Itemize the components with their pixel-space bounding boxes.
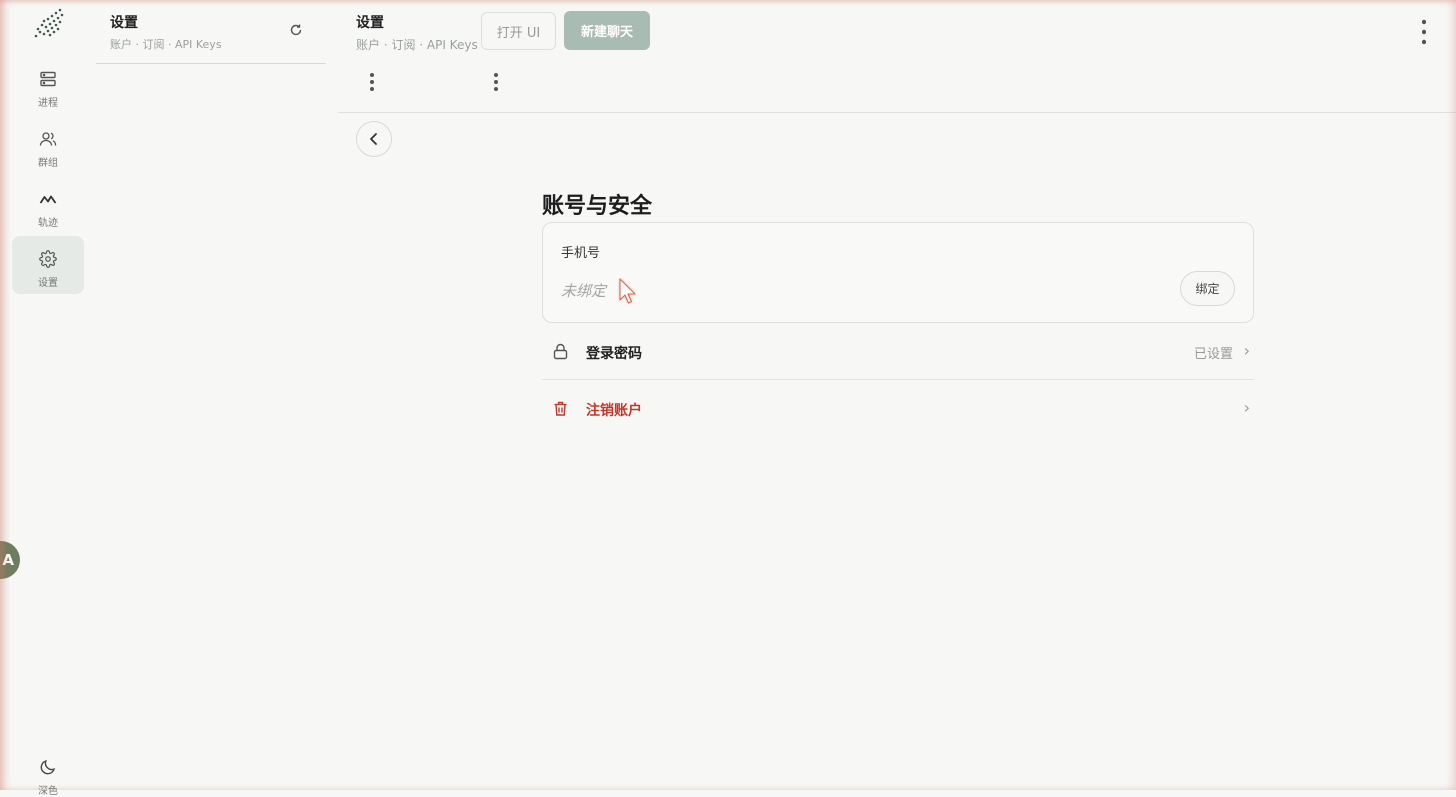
row-label: 登录密码 <box>586 346 642 362</box>
more-menu-button[interactable] <box>490 71 502 93</box>
rail-item-traces[interactable]: 轨迹 <box>12 182 84 240</box>
list-title: 设置 <box>110 15 138 31</box>
more-menu-button[interactable] <box>366 71 378 93</box>
moon-icon <box>40 759 56 775</box>
rail-item-processes[interactable]: 进程 <box>12 62 84 120</box>
new-chat-button[interactable]: 新建聊天 <box>564 11 650 50</box>
window-menu-button[interactable] <box>1418 19 1430 45</box>
rail-item-label: 轨迹 <box>38 218 58 229</box>
bind-phone-button[interactable]: 绑定 <box>1180 271 1235 306</box>
login-password-row[interactable]: 登录密码 已设置 › <box>542 323 1254 380</box>
phone-card: 手机号 未绑定 绑定 <box>542 222 1254 323</box>
rail-item-label: 设置 <box>38 278 58 289</box>
more-vertical-icon <box>1422 19 1426 45</box>
page-title: 设置 <box>356 15 384 31</box>
page-subtitle: 账户 · 订阅 · API Keys <box>356 38 478 52</box>
rail-item-groups[interactable]: 群组 <box>12 122 84 180</box>
rail-item-settings[interactable]: 设置 <box>12 236 84 294</box>
nav-rail: 进程 群组 轨迹 设置 深色 A <box>0 0 96 797</box>
row-label: 注销账户 <box>586 403 642 419</box>
section-title: 账号与安全 <box>542 194 653 219</box>
app-logo[interactable] <box>30 6 66 42</box>
lock-icon <box>553 343 568 360</box>
main-header: 设置 账户 · 订阅 · API Keys 打开 UI 新建聊天 <box>338 0 1456 113</box>
row-status: 已设置 <box>1193 347 1233 362</box>
list-subtitle: 账户 · 订阅 · API Keys <box>110 38 222 51</box>
settings-list-header: 设置 账户 · 订阅 · API Keys <box>96 0 326 64</box>
trash-icon <box>554 401 567 416</box>
theme-toggle[interactable]: 深色 <box>12 758 84 797</box>
open-ui-button[interactable]: 打开 UI <box>481 12 556 50</box>
refresh-icon[interactable] <box>289 23 303 37</box>
back-button[interactable] <box>356 121 392 157</box>
phone-label: 手机号 <box>561 246 601 261</box>
delete-account-row[interactable]: 注销账户 › <box>542 380 1254 437</box>
translate-button[interactable]: A <box>0 541 20 579</box>
mouse-cursor-icon <box>619 278 636 304</box>
chevron-left-icon <box>370 133 377 145</box>
gear-icon <box>39 250 57 268</box>
users-icon <box>39 132 57 146</box>
more-vertical-icon <box>370 73 374 91</box>
rail-item-label: 群组 <box>38 158 58 169</box>
translate-icon-label: A <box>2 551 14 569</box>
rail-item-label: 进程 <box>38 98 58 109</box>
phone-value: 未绑定 <box>561 282 607 300</box>
server-icon <box>40 71 56 87</box>
chevron-right-icon: › <box>1243 398 1250 417</box>
chevron-right-icon: › <box>1243 341 1250 360</box>
more-vertical-icon <box>494 73 498 91</box>
activity-icon <box>39 195 57 204</box>
